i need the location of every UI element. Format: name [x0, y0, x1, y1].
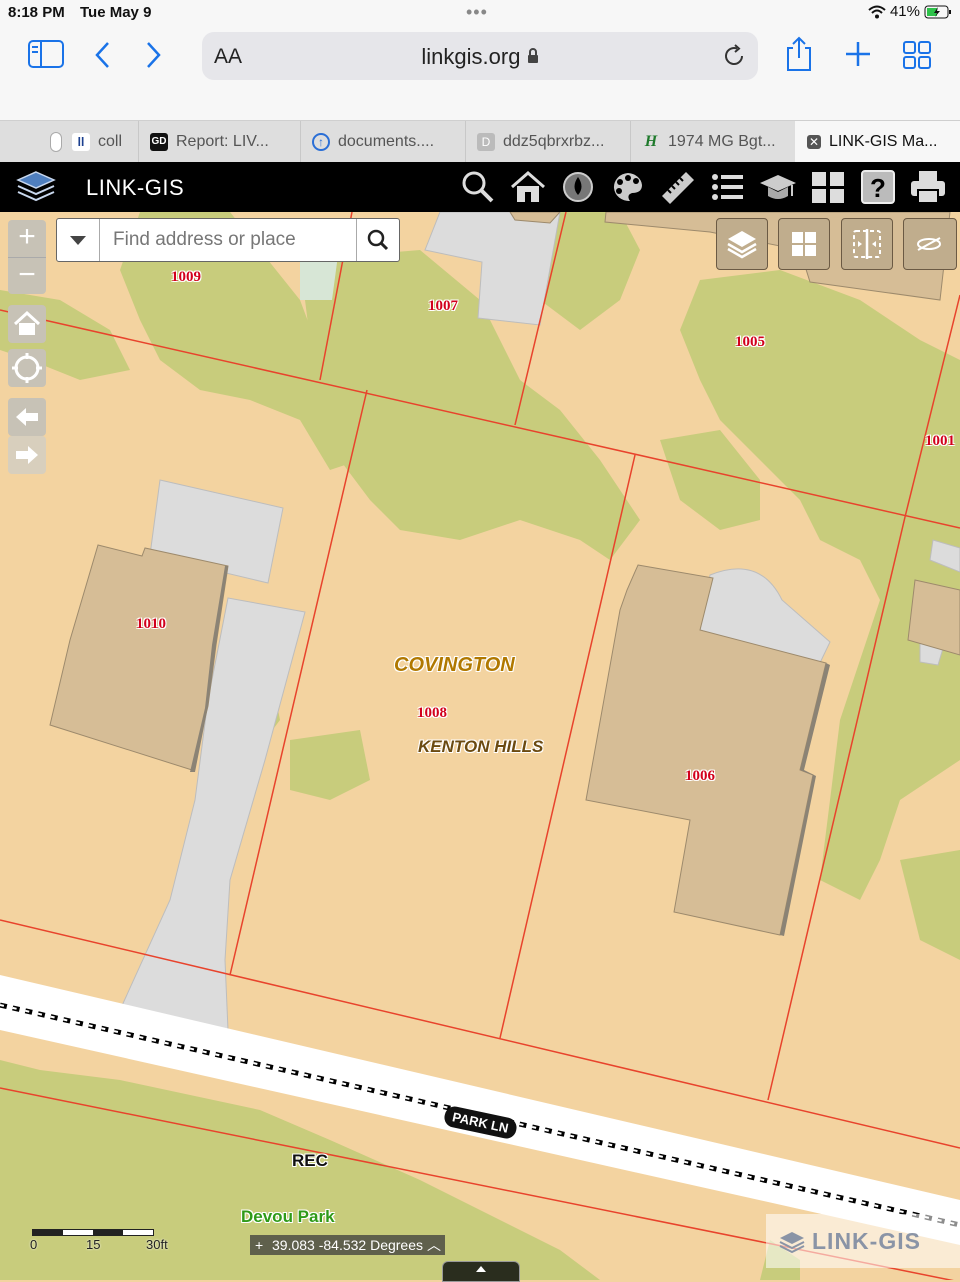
zoom-out-button[interactable]: −: [8, 258, 46, 295]
help-icon[interactable]: ?: [858, 168, 898, 206]
coordinate-readout[interactable]: + 39.083 -84.532 Degrees ︿: [250, 1235, 445, 1255]
search-input[interactable]: [101, 220, 365, 260]
multitasking-dots-icon[interactable]: •••: [466, 2, 488, 23]
parcel-label-1005[interactable]: 1005: [735, 334, 765, 351]
status-date: Tue May 9: [80, 4, 152, 21]
watermark-text: LINK-GIS: [812, 1228, 921, 1254]
chevron-up-icon: [476, 1266, 486, 1272]
tab-linkgis[interactable]: ✕ LINK-GIS Ma...: [795, 121, 960, 163]
search-icon: [367, 229, 389, 251]
back-arrow-icon[interactable]: [92, 40, 114, 70]
scale-label-0: 0: [30, 1237, 38, 1252]
reload-icon[interactable]: [722, 44, 746, 68]
status-right: 41%: [868, 3, 952, 20]
link-gis-watermark: LINK-GIS: [766, 1214, 960, 1268]
url-text: linkgis.org: [202, 44, 758, 70]
tab-bar: ll coll GD Report: LIV... ↑ documents.... D…: [0, 120, 960, 163]
basemap-gallery-button[interactable]: [778, 218, 830, 270]
chevron-down-icon: [70, 236, 86, 245]
print-icon[interactable]: [908, 168, 948, 206]
app-header: LINK-GIS ?: [0, 162, 960, 212]
home-icon: [13, 310, 41, 335]
tab-ddz[interactable]: Dddz5qbrxrbz...: [465, 121, 631, 163]
water-drop-icon[interactable]: [558, 168, 598, 206]
arrow-right-icon: [16, 446, 38, 464]
close-tab-icon[interactable]: ✕: [807, 135, 821, 149]
chevron-up-icon[interactable]: ︿: [427, 1235, 441, 1255]
search-icon[interactable]: [458, 168, 498, 206]
coordinate-text: 39.083 -84.532 Degrees: [272, 1237, 423, 1253]
next-extent-button[interactable]: [8, 436, 46, 474]
link-gis-logo-icon: [779, 1231, 805, 1253]
layers-button[interactable]: [716, 218, 768, 270]
app-title: LINK-GIS: [86, 175, 185, 200]
bottom-panel-toggle[interactable]: [442, 1261, 520, 1282]
scale-label-15: 15: [86, 1237, 101, 1252]
wifi-icon: [868, 5, 886, 18]
zoning-label: REC: [292, 1151, 328, 1170]
locate-icon: [12, 353, 42, 383]
grid-icon: [792, 232, 816, 256]
scale-bar: [32, 1229, 154, 1236]
zoom-control: + −: [8, 220, 46, 294]
parcel-label-1010[interactable]: 1010: [136, 616, 166, 633]
measure-angle-button[interactable]: [903, 218, 957, 270]
home-icon[interactable]: [508, 168, 548, 206]
tab-1974[interactable]: H 1974 MG Bgt...: [630, 121, 796, 163]
crosshair-icon: +: [255, 1237, 264, 1253]
home-extent-button[interactable]: [8, 305, 46, 343]
address-bar[interactable]: AA linkgis.org: [202, 32, 758, 80]
parcel-label-1001[interactable]: 1001: [925, 433, 955, 450]
park-label: Devou Park: [241, 1207, 335, 1226]
browser-toolbar: AA linkgis.org: [0, 28, 960, 120]
status-bar: 8:18 PM Tue May 9 ••• 41%: [0, 0, 960, 28]
tab-overview-icon[interactable]: [902, 40, 932, 70]
swipe-compare-button[interactable]: [841, 218, 893, 270]
tab-coll[interactable]: ll coll: [40, 121, 139, 163]
link-gis-logo-icon: [16, 171, 56, 202]
battery-charging-icon: [924, 5, 951, 18]
tab-favicon-icon: ll: [72, 133, 90, 151]
forward-arrow-icon[interactable]: [142, 40, 164, 70]
parcel-label-1008[interactable]: 1008: [417, 705, 447, 722]
parcel-label-1007[interactable]: 1007: [428, 298, 458, 315]
graduation-cap-icon[interactable]: [758, 168, 798, 206]
previous-extent-button[interactable]: [8, 398, 46, 436]
locate-button[interactable]: [8, 349, 46, 387]
ruler-icon[interactable]: [658, 168, 698, 206]
parcel-label-1009[interactable]: 1009: [171, 269, 201, 286]
city-label: COVINGTON: [394, 654, 515, 676]
parcel-label-1006[interactable]: 1006: [685, 768, 715, 785]
search-button[interactable]: [356, 219, 399, 261]
layers-icon: [727, 231, 757, 259]
tab-favicon-icon: GD: [150, 133, 168, 151]
tab-report[interactable]: GD Report: LIV...: [138, 121, 301, 163]
eye-slash-icon: [917, 237, 941, 251]
sidebar-icon[interactable]: [28, 40, 64, 68]
list-icon[interactable]: [708, 168, 748, 206]
lock-icon: [527, 48, 538, 63]
status-time: 8:18 PM: [8, 4, 65, 21]
palette-icon[interactable]: [608, 168, 648, 206]
scale-label-30ft: 30ft: [146, 1237, 168, 1252]
tab-favicon-icon: D: [477, 133, 495, 151]
tab-favicon-icon: H: [644, 133, 658, 150]
grid-icon[interactable]: [808, 168, 848, 206]
upload-icon: ↑: [312, 133, 330, 151]
swipe-icon: [853, 229, 881, 259]
new-tab-icon[interactable]: [844, 40, 872, 68]
zoom-in-button[interactable]: +: [8, 220, 46, 258]
search-source-dropdown[interactable]: [57, 219, 100, 261]
address-search: [56, 218, 400, 262]
arrow-left-icon: [16, 408, 38, 426]
neighborhood-label: KENTON HILLS: [418, 737, 544, 756]
battery-percent: 41%: [889, 3, 920, 20]
tab-documents[interactable]: ↑ documents....: [300, 121, 466, 163]
tab-favicon-icon: [50, 132, 62, 152]
share-icon[interactable]: [784, 36, 814, 72]
svg-text:?: ?: [870, 173, 886, 203]
